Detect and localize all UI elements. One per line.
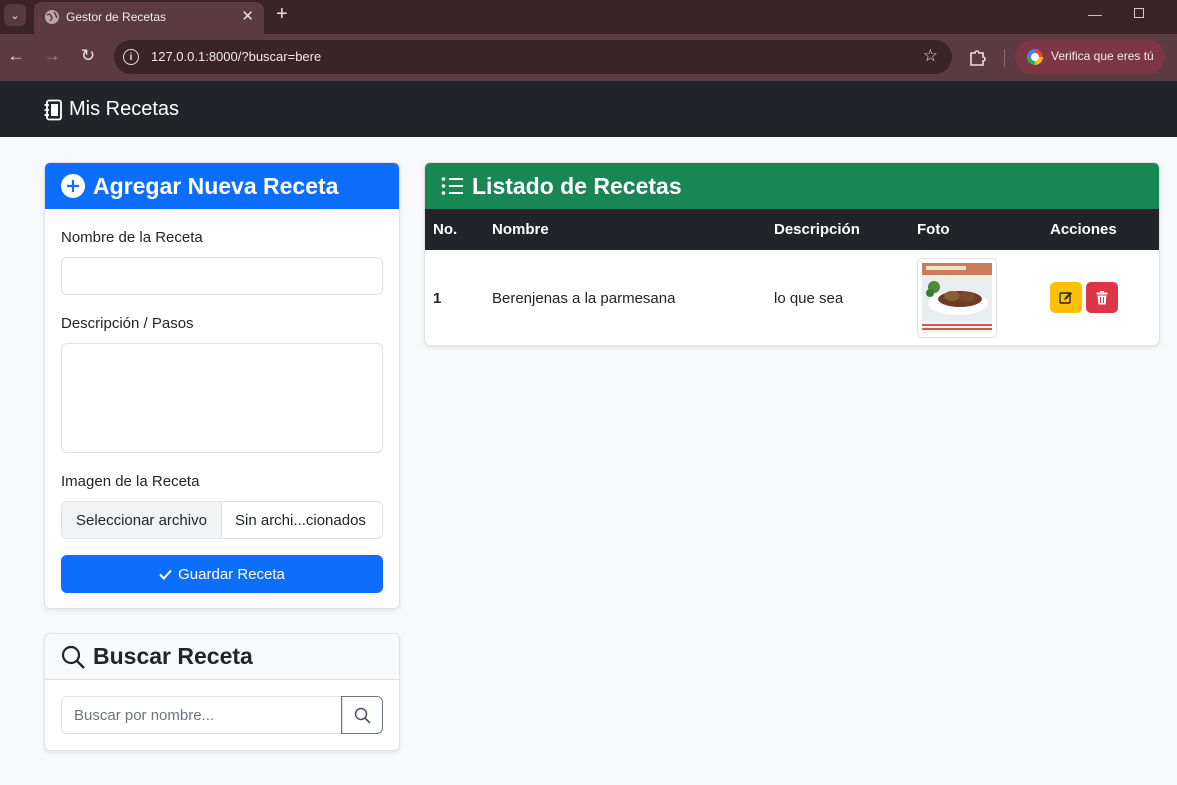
search-placeholder: Buscar por nombre...: [74, 707, 215, 724]
toolbar-separator: [1004, 49, 1005, 67]
edit-icon: [1059, 291, 1072, 304]
list-icon: [441, 177, 463, 195]
profile-verify-button[interactable]: Verifica que eres tú: [1015, 40, 1165, 74]
address-text[interactable]: 127.0.0.1:8000/?buscar=bere: [151, 49, 321, 64]
row-nombre: Berenjenas a la parmesana: [492, 290, 676, 307]
row-number: 1: [433, 290, 442, 307]
tab-search-button[interactable]: ⌄: [4, 4, 26, 26]
browser-toolbar: ← → ↻ i 127.0.0.1:8000/?buscar=bere ☆ Ve…: [0, 34, 1177, 81]
search-title: Buscar Receta: [93, 643, 253, 669]
recipe-photo: [917, 258, 997, 338]
choose-file-button[interactable]: Seleccionar archivo: [62, 502, 222, 538]
check-icon: [159, 569, 172, 580]
image-label: Imagen de la Receta: [61, 473, 200, 490]
profile-verify-label: Verifica que eres tú: [1051, 49, 1154, 63]
minimize-icon[interactable]: —: [1088, 6, 1102, 22]
address-bar[interactable]: i 127.0.0.1:8000/?buscar=bere ☆: [114, 40, 952, 74]
row-descripcion: lo que sea: [774, 290, 844, 307]
notebook-icon: [44, 99, 62, 120]
brand-link[interactable]: Mis Recetas: [43, 98, 179, 121]
plus-circle-icon: [61, 174, 85, 198]
close-tab-icon[interactable]: ✕: [241, 7, 254, 25]
col-no: No.: [433, 221, 458, 238]
search-header: Buscar Receta: [45, 634, 399, 680]
browser-tab-bar: ⌄ Gestor de Recetas ✕ + —: [0, 0, 1177, 34]
recipe-list-header: Listado de Recetas: [425, 163, 1159, 209]
search-icon: [354, 707, 371, 724]
col-nombre: Nombre: [492, 221, 549, 238]
search-button[interactable]: [341, 696, 383, 734]
col-acciones: Acciones: [1050, 221, 1117, 238]
tab-title: Gestor de Recetas: [66, 10, 167, 24]
search-card: Buscar Receta Buscar por nombre...: [44, 633, 400, 751]
search-input[interactable]: Buscar por nombre...: [61, 696, 343, 734]
site-info-icon[interactable]: i: [123, 49, 139, 65]
description-label: Descripción / Pasos: [61, 315, 194, 332]
globe-icon: [45, 10, 59, 24]
save-recipe-button[interactable]: Guardar Receta: [61, 555, 383, 593]
edit-button[interactable]: [1050, 282, 1082, 313]
file-status-text: Sin archi...cionados: [235, 512, 366, 529]
name-label: Nombre de la Receta: [61, 229, 203, 246]
save-recipe-label: Guardar Receta: [178, 565, 285, 583]
recipe-list-card: Listado de Recetas No. Nombre Descripció…: [424, 162, 1160, 346]
description-textarea[interactable]: [61, 343, 383, 453]
new-tab-button[interactable]: +: [276, 3, 288, 26]
app-navbar: Mis Recetas: [0, 81, 1177, 137]
col-descripcion: Descripción: [774, 221, 860, 238]
recipe-photo-image: [922, 263, 992, 333]
image-file-input[interactable]: Seleccionar archivo Sin archi...cionados: [61, 501, 383, 539]
add-recipe-title: Agregar Nueva Receta: [93, 172, 339, 199]
recipe-list-title: Listado de Recetas: [472, 172, 682, 199]
reload-icon[interactable]: ↻: [77, 46, 99, 66]
browser-tab[interactable]: Gestor de Recetas ✕: [34, 2, 264, 34]
search-icon: [61, 645, 85, 669]
name-input[interactable]: [61, 257, 383, 295]
add-recipe-card: Agregar Nueva Receta Nombre de la Receta…: [44, 162, 400, 609]
table-header: No. Nombre Descripción Foto Acciones: [425, 209, 1159, 250]
extensions-icon[interactable]: [966, 45, 990, 69]
google-icon: [1027, 49, 1043, 65]
back-icon[interactable]: ←: [5, 46, 27, 66]
forward-icon[interactable]: →: [41, 46, 63, 66]
add-recipe-header: Agregar Nueva Receta: [45, 163, 399, 209]
bookmark-star-icon[interactable]: ☆: [923, 46, 938, 66]
trash-icon: [1096, 290, 1108, 304]
brand-text: Mis Recetas: [69, 98, 180, 120]
col-foto: Foto: [917, 221, 950, 238]
delete-button[interactable]: [1086, 282, 1118, 313]
maximize-icon[interactable]: [1134, 8, 1144, 18]
